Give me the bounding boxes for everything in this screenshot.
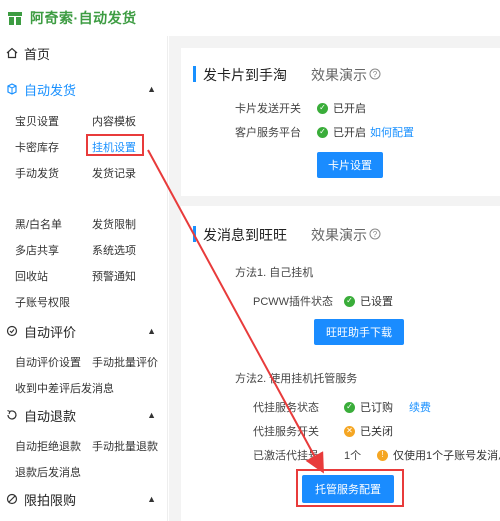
sidebar-item-batch-refund[interactable]: 手动批量退款 [92, 438, 158, 454]
card-send-to-taobao: 发卡片到手淘 效果演示 ? 卡片发送开关 ✓ 已开启 客户服务平台 ✓ 已开启 如何… [181, 48, 500, 196]
status-value: ✓ 已开启 [317, 124, 366, 140]
info-note: ! 仅使用1个子账号发消息 [377, 447, 500, 463]
limit-icon [6, 493, 18, 505]
sidebar-item-content-template[interactable]: 内容模板 [92, 113, 136, 129]
method-label: 方法2. 使用挂机托管服务 [235, 373, 358, 385]
field-label: 卡片发送开关 [235, 103, 301, 115]
field-label: 代挂服务状态 [253, 402, 319, 414]
sidebar-item-manual-ship[interactable]: 手动发货 [15, 165, 59, 181]
help-icon[interactable]: ? [369, 68, 381, 80]
sidebar-item-auto-review-settings[interactable]: 自动评价设置 [15, 354, 81, 370]
field-label: 客户服务平台 [235, 127, 301, 139]
highlight-box [296, 469, 404, 507]
home-icon [6, 47, 18, 59]
sidebar: 首页 自动发货 ▲ 宝贝设置 内容模板 卡密库存 挂机设置 手动发货 发货记录 … [0, 36, 168, 521]
card-title: 发卡片到手淘 [203, 67, 287, 83]
svg-text:?: ? [373, 230, 378, 239]
sidebar-item-auto-reject-refund[interactable]: 自动拒绝退款 [15, 438, 81, 454]
section-label: 自动发货 [24, 82, 77, 98]
card-settings-button[interactable]: 卡片设置 [317, 152, 383, 178]
field-label: PCWW插件状态 [253, 296, 334, 308]
sidebar-item-ship-limit[interactable]: 发货限制 [92, 216, 136, 232]
activated-count: 1个 [344, 450, 362, 462]
renew-link[interactable]: 续费 [409, 399, 431, 415]
demo-link[interactable]: 效果演示 [311, 65, 367, 85]
status-value: ✓ 已开启 [317, 100, 366, 116]
app-title: 阿奇索·自动发货 [30, 10, 137, 26]
chevron-up-icon: ▲ [147, 84, 156, 94]
svg-text:?: ? [373, 70, 378, 79]
sidebar-item-alert-notice[interactable]: 预警通知 [92, 268, 136, 284]
refund-icon [7, 409, 17, 420]
help-icon[interactable]: ? [369, 228, 381, 240]
status-value: ✕ 已关闭 [344, 423, 393, 439]
logo-icon [8, 12, 22, 25]
section-label: 自动评价 [24, 324, 77, 340]
section-label: 自动退款 [24, 408, 77, 424]
check-icon: ✓ [317, 102, 328, 114]
chevron-up-icon: ▲ [147, 410, 156, 420]
sidebar-item-recycle-bin[interactable]: 回收站 [15, 268, 48, 284]
sidebar-item-multi-store[interactable]: 多店共享 [15, 242, 59, 258]
sidebar-item-black-white-list[interactable]: 黑/白名单 [15, 216, 62, 232]
demo-link[interactable]: 效果演示 [311, 225, 367, 245]
field-label: 已激活代挂号 [253, 450, 319, 462]
sidebar-item-batch-review[interactable]: 手动批量评价 [92, 354, 158, 370]
status-value: ✓ 已设置 [344, 293, 393, 309]
info-icon: ! [377, 449, 388, 461]
sidebar-item-home[interactable]: 首页 [0, 42, 50, 64]
sidebar-item-sub-account[interactable]: 子账号权限 [15, 294, 70, 310]
review-icon [6, 325, 18, 337]
section-label: 限拍限购 [24, 492, 77, 508]
check-icon: ✓ [317, 126, 328, 138]
sidebar-item-item-settings[interactable]: 宝贝设置 [15, 113, 59, 129]
sidebar-section-auto-review[interactable]: 自动评价 ▲ [0, 320, 168, 342]
sidebar-item-ship-records[interactable]: 发货记录 [92, 165, 136, 181]
sidebar-section-purchase-limit[interactable]: 限拍限购 ▲ [0, 488, 168, 510]
download-assistant-button[interactable]: 旺旺助手下载 [314, 319, 404, 345]
shipping-icon [7, 83, 17, 95]
card-title: 发消息到旺旺 [203, 227, 287, 243]
how-to-config-link[interactable]: 如何配置 [370, 124, 414, 140]
check-icon: ✓ [344, 295, 355, 307]
sidebar-item-card-stock[interactable]: 卡密库存 [15, 139, 59, 155]
close-icon: ✕ [344, 425, 355, 437]
method-label: 方法1. 自己挂机 [235, 267, 314, 279]
chevron-up-icon: ▲ [147, 494, 156, 504]
chevron-up-icon: ▲ [147, 326, 156, 336]
highlight-box [86, 134, 144, 156]
check-icon: ✓ [344, 401, 355, 413]
field-label: 代挂服务开关 [253, 426, 319, 438]
sidebar-item-label: 首页 [24, 46, 51, 62]
sidebar-section-auto-ship[interactable]: 自动发货 ▲ [0, 78, 168, 100]
app-header: 阿奇索·自动发货 [0, 0, 500, 36]
sidebar-item-refund-message[interactable]: 退款后发消息 [15, 464, 81, 480]
sidebar-item-bad-review-message[interactable]: 收到中差评后发消息 [15, 380, 114, 396]
status-value: ✓ 已订购 [344, 399, 393, 415]
sidebar-section-auto-refund[interactable]: 自动退款 ▲ [0, 404, 168, 426]
sidebar-item-system-options[interactable]: 系统选项 [92, 242, 136, 258]
